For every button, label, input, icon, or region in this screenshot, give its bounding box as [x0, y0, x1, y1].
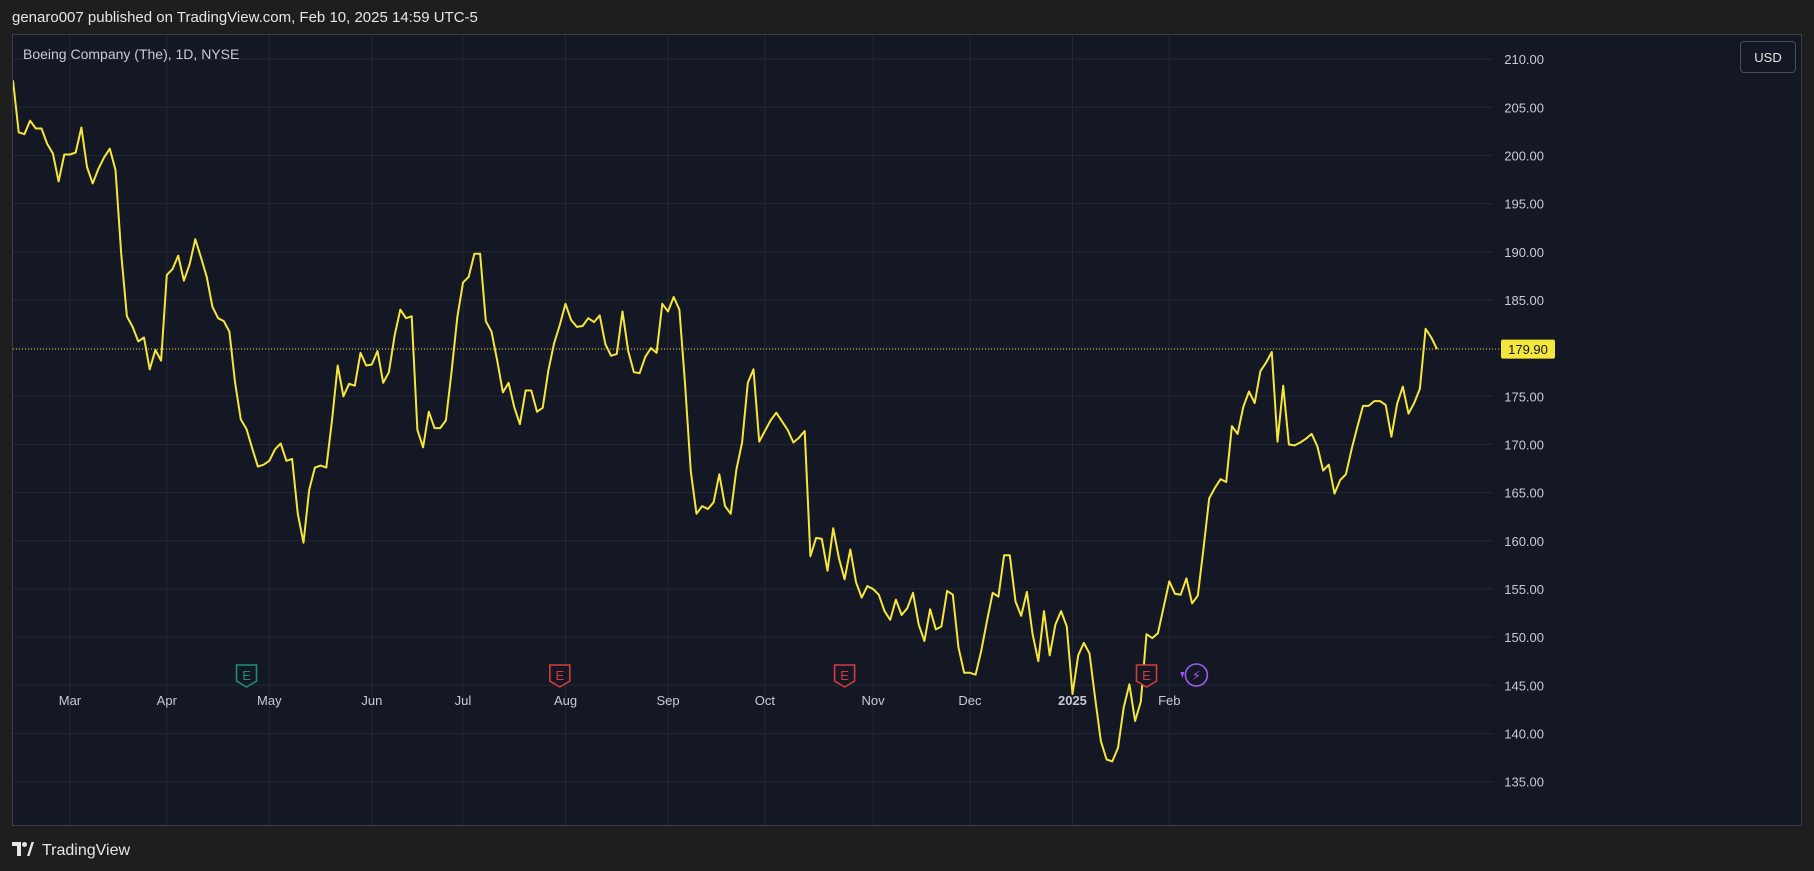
- price-chart[interactable]: 135.00 140.00 145.00 150.00 155.00 160.00 165.…: [13, 35, 1801, 825]
- footer-brand[interactable]: TradingView: [12, 836, 130, 866]
- x-tick-label: Feb: [1158, 693, 1180, 708]
- published-header: genaro007 published on TradingView.com, …: [0, 0, 1814, 34]
- y-tick-label: 145.00: [1504, 678, 1544, 693]
- last-price-label: 179.90: [1508, 342, 1548, 357]
- y-tick-label: 200.00: [1504, 148, 1544, 163]
- y-tick-label: 175.00: [1504, 389, 1544, 404]
- earnings-marker-label: E: [242, 668, 251, 683]
- earnings-event-icon[interactable]: E: [549, 664, 571, 688]
- y-tick-label: 205.00: [1504, 100, 1544, 115]
- y-tick-label: 210.00: [1504, 52, 1544, 67]
- earnings-event-icon[interactable]: E: [833, 664, 856, 688]
- y-tick-label: 165.00: [1504, 486, 1544, 501]
- sparkle-icon: [1180, 672, 1185, 678]
- x-tick-label: Aug: [554, 693, 577, 708]
- earnings-marker-label: E: [840, 668, 849, 683]
- y-tick-label: 135.00: [1504, 775, 1544, 790]
- tradingview-logo-icon: [12, 842, 34, 860]
- x-tick-label: Nov: [862, 693, 886, 708]
- dividend-event-icon[interactable]: ⚡: [1184, 663, 1209, 687]
- footer-brand-label: TradingView: [42, 842, 131, 859]
- earnings-marker-label: E: [1142, 668, 1151, 683]
- y-tick-label: 155.00: [1504, 582, 1544, 597]
- y-tick-label: 150.00: [1504, 630, 1544, 645]
- x-tick-label: Dec: [958, 693, 982, 708]
- y-tick-label: 185.00: [1504, 293, 1544, 308]
- earnings-marker-label: E: [555, 668, 564, 683]
- currency-button[interactable]: USD: [1740, 41, 1796, 73]
- x-tick-label: 2025: [1058, 693, 1087, 708]
- x-tick-label: Mar: [59, 693, 82, 708]
- y-tick-label: 140.00: [1504, 726, 1544, 741]
- dividend-marker-label: ⚡: [1192, 669, 1201, 684]
- chart-panel[interactable]: 135.00 140.00 145.00 150.00 155.00 160.00 165.…: [12, 34, 1802, 826]
- y-tick-label: 160.00: [1504, 534, 1544, 549]
- x-tick-label: Apr: [157, 693, 178, 708]
- x-tick-label: May: [257, 693, 282, 708]
- earnings-event-icon[interactable]: E: [1135, 664, 1158, 688]
- y-tick-label: 195.00: [1504, 197, 1544, 212]
- x-tick-label: Oct: [755, 693, 776, 708]
- x-tick-label: Jun: [361, 693, 382, 708]
- earnings-event-icon[interactable]: E: [235, 664, 258, 688]
- y-tick-label: 170.00: [1504, 437, 1544, 452]
- y-tick-label: 190.00: [1504, 245, 1544, 260]
- price-series-line[interactable]: [13, 80, 1438, 763]
- symbol-legend[interactable]: Boeing Company (The), 1D, NYSE: [23, 46, 239, 62]
- published-text: genaro007 published on TradingView.com, …: [12, 8, 478, 26]
- x-tick-label: Jul: [455, 693, 472, 708]
- x-tick-label: Sep: [656, 693, 679, 708]
